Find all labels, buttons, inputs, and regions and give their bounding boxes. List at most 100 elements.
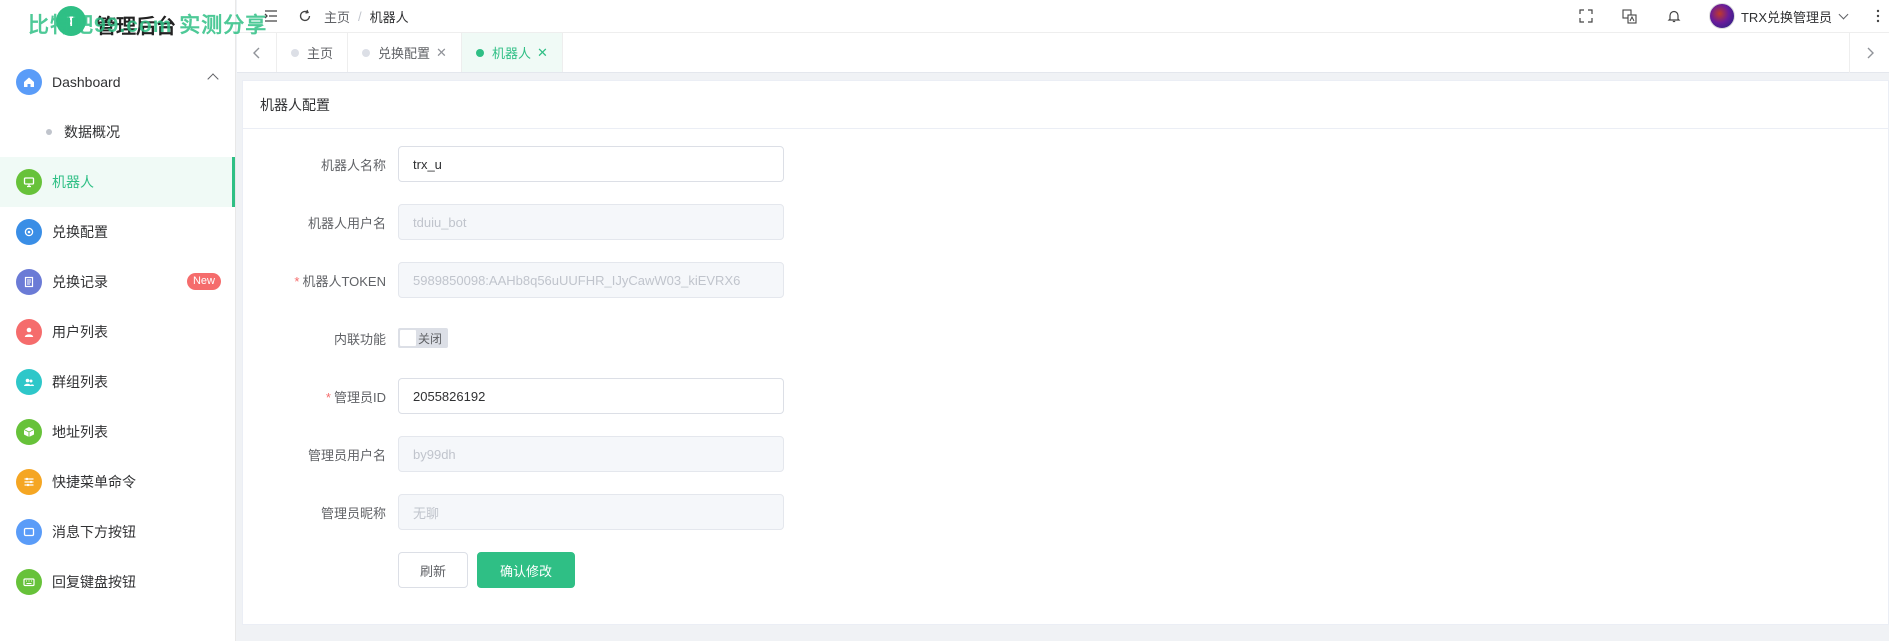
tab-dot [475,48,484,57]
avatar[interactable] [1708,3,1735,29]
tab-label: 机器人 [491,46,531,61]
robot-name-label: 机器人名称 [320,157,386,173]
monitor-icon [16,169,42,195]
sidebar-menu: Dashboard 数据概况 机器人 兑换配置 兑换记录 New 用户列表 群组… [0,57,235,607]
gear-icon [16,219,42,245]
sidebar-item-label: 地址列表 [52,424,108,440]
sidebar-item-label: 群组列表 [52,374,108,390]
chevron-down-icon [1838,9,1849,19]
sidebar-item-label: 数据概况 [64,124,120,140]
switch-knob [400,330,416,346]
refresh-icon[interactable] [296,7,314,25]
form-actions: 刷新 确认修改 [243,552,1143,588]
app-title: 管理后台 [96,16,176,38]
header-right: TRX兑换管理员 [1577,0,1889,32]
user-name: TRX兑换管理员 [1740,9,1832,25]
robot-token-input [398,262,784,298]
close-icon[interactable]: ✕ [537,45,548,61]
sidebar-item-group-list[interactable]: 群组列表 [0,357,235,407]
sidebar-item-address-list[interactable]: 地址列表 [0,407,235,457]
robot-token-label-text: 机器人TOKEN [302,273,386,289]
sidebar-item-quick-menu[interactable]: 快捷菜单命令 [0,457,235,507]
tabs-scroll-left-icon[interactable] [237,33,277,72]
tab-dot [291,48,299,57]
top-header: 主页 / 机器人 TRX兑换管理员 [237,0,1889,32]
fullscreen-icon[interactable] [1577,7,1595,25]
refresh-button[interactable]: 刷新 [398,552,468,588]
form-row-admin-id: * 管理员ID [243,378,1143,414]
admin-id-input[interactable] [398,378,784,414]
sidebar-item-label: 回复键盘按钮 [52,574,136,590]
user-menu[interactable]: TRX兑换管理员 [1740,7,1849,26]
sidebar-item-label: 兑换记录 [52,274,108,290]
tab-exchange-config[interactable]: 兑换配置 ✕ [348,33,462,72]
breadcrumb-current: 机器人 [369,9,409,25]
sidebar-item-exchange-config[interactable]: 兑换配置 [0,207,235,257]
robot-username-input [398,204,784,240]
tabs-scroll-right-icon[interactable] [1849,33,1889,73]
required-mark: * [325,389,331,405]
sidebar-item-label: 机器人 [52,174,94,190]
robot-token-label: * 机器人TOKEN [243,271,398,290]
admin-id-label-text: 管理员ID [333,389,386,405]
sidebar-item-label: 消息下方按钮 [52,524,136,540]
inline-feature-switch[interactable]: 关闭 [398,328,449,348]
sidebar-item-dashboard[interactable]: Dashboard [0,57,235,107]
sidebar-item-exchange-records[interactable]: 兑换记录 New [0,257,235,307]
sidebar-item-label: 快捷菜单命令 [52,474,136,490]
inline-feature-label: 内联功能 [333,331,386,347]
breadcrumb-home[interactable]: 主页 [324,7,350,26]
robot-name-input[interactable] [398,146,784,182]
sidebar-item-user-list[interactable]: 用户列表 [0,307,235,357]
tab-label: 兑换配置 [378,46,431,61]
form-row-robot-name: 机器人名称 [243,146,1143,182]
robot-config-card: 机器人配置 机器人名称 机器人用户名 *机器人TOKEN 内联功能 关闭 *管理… [242,80,1889,625]
breadcrumb-separator: / [358,8,362,24]
form-row-admin-nickname: 管理员昵称 [243,494,1143,530]
more-vertical-icon[interactable] [1869,7,1887,25]
chevron-up-icon [207,73,219,85]
sidebar-item-label: Dashboard [52,74,121,90]
admin-id-label: * 管理员ID [243,387,398,406]
admin-username-input [398,436,784,472]
card-title: 机器人配置 [243,81,1888,129]
tab-label: 主页 [307,46,334,61]
new-badge: New [186,273,221,290]
tab-home[interactable]: 主页 [277,33,349,72]
bell-icon[interactable] [1665,7,1683,25]
robot-username-label: 机器人用户名 [307,215,386,231]
sidebar-item-label: 兑换配置 [52,224,108,240]
keyboard-icon [16,569,42,595]
translate-icon[interactable] [1621,7,1639,25]
logo-icon: T [56,6,86,36]
close-icon[interactable]: ✕ [436,45,447,61]
tab-dot [362,48,371,57]
sidebar-item-data-overview[interactable]: 数据概况 [0,107,235,157]
admin-nickname-input [398,494,784,530]
form-row-robot-token: * 机器人TOKEN [243,262,1143,298]
logo-area: T 管理后台 比特吧99.com 实测分享 [0,0,266,45]
admin-nickname-label: 管理员昵称 [320,505,386,521]
tab-robot[interactable]: 机器人 ✕ [461,33,563,72]
sidebar-item-message-buttons[interactable]: 消息下方按钮 [0,507,235,557]
sliders-icon [16,469,42,495]
menu-fold-icon[interactable] [262,7,280,25]
user-icon [16,319,42,345]
required-mark: * [294,273,300,289]
sidebar-item-reply-keyboard[interactable]: 回复键盘按钮 [0,557,235,607]
form-row-inline-feature: 内联功能 关闭 [243,320,1143,356]
form-row-admin-username: 管理员用户名 [243,436,1143,472]
breadcrumb: 主页 / 机器人 [324,7,409,26]
confirm-modify-button[interactable]: 确认修改 [477,552,575,588]
box-icon [16,419,42,445]
sidebar: T 管理后台 比特吧99.com 实测分享 Dashboard 数据概况 机器人… [0,0,266,641]
admin-username-label: 管理员用户名 [307,447,386,463]
form-row-robot-username: 机器人用户名 [243,204,1143,240]
group-icon [16,369,42,395]
switch-text: 关闭 [418,331,443,346]
sidebar-item-robot[interactable]: 机器人 [0,157,235,207]
dot-icon [46,129,52,135]
card-icon [16,519,42,545]
home-icon [16,69,42,95]
sidebar-item-label: 用户列表 [52,324,108,340]
